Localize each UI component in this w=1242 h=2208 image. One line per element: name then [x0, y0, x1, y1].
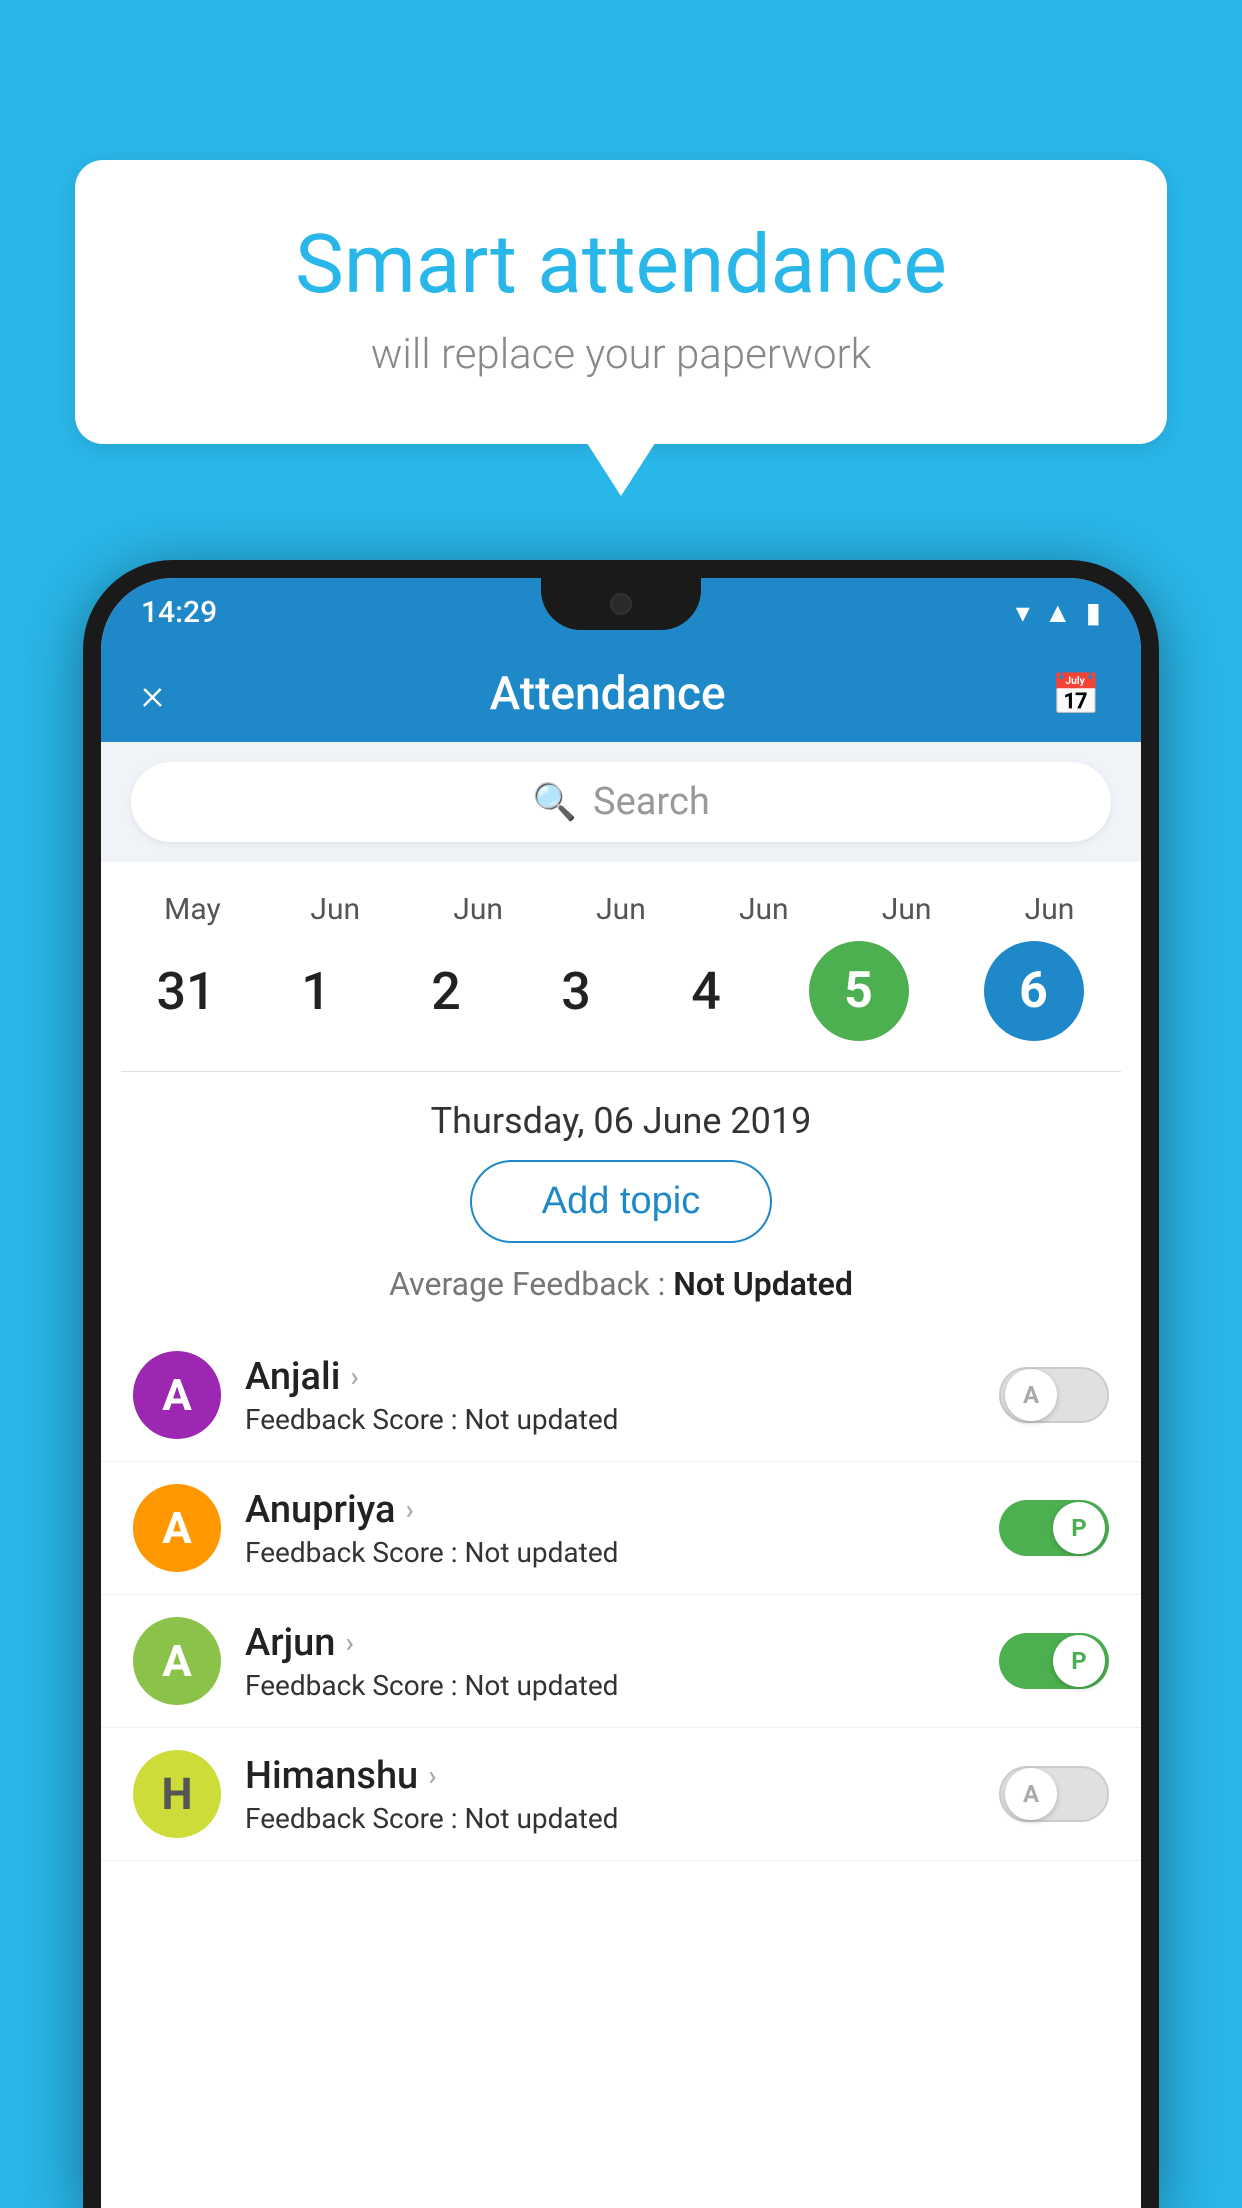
avatar-anjali: A [133, 1351, 221, 1439]
feedback-label: Average Feedback : [389, 1265, 665, 1303]
toggle-arjun[interactable]: P [999, 1633, 1109, 1689]
date-1[interactable]: 1 [251, 961, 381, 1022]
calendar-months: May Jun Jun Jun Jun Jun Jun [101, 882, 1141, 931]
calendar-icon[interactable]: 📅 [1051, 671, 1101, 718]
status-icons: ▾ ▲ ▮ [1016, 596, 1101, 629]
toggle-knob-arjun: P [1053, 1635, 1105, 1687]
app-header: × Attendance 📅 [101, 646, 1141, 742]
chevron-icon: › [428, 1759, 436, 1792]
student-name-arjun[interactable]: Arjun › [245, 1621, 975, 1665]
student-row: H Himanshu › Feedback Score : Not update… [101, 1728, 1141, 1861]
add-topic-wrapper: Add topic [101, 1160, 1141, 1265]
date-display: Thursday, 06 June 2019 [101, 1072, 1141, 1160]
student-info-arjun[interactable]: Arjun › Feedback Score : Not updated [245, 1621, 975, 1702]
chevron-icon: › [345, 1626, 353, 1659]
date-4[interactable]: 4 [641, 961, 771, 1022]
speech-bubble: Smart attendance will replace your paper… [75, 160, 1167, 444]
month-3[interactable]: Jun [556, 892, 686, 927]
battery-icon: ▮ [1086, 596, 1101, 629]
toggle-anupriya[interactable]: P [999, 1500, 1109, 1556]
chevron-icon: › [350, 1360, 358, 1393]
toggle-knob-anjali: A [1005, 1369, 1057, 1421]
phone-inner: 14:29 ▾ ▲ ▮ × Attendance 📅 🔍 Search May … [101, 578, 1141, 2208]
status-bar: 14:29 ▾ ▲ ▮ [101, 578, 1141, 646]
month-6[interactable]: Jun [984, 892, 1114, 927]
student-info-himanshu[interactable]: Himanshu › Feedback Score : Not updated [245, 1754, 975, 1835]
add-topic-button[interactable]: Add topic [470, 1160, 772, 1243]
feedback-value: Not Updated [673, 1265, 853, 1303]
speech-bubble-section: Smart attendance will replace your paper… [75, 160, 1167, 444]
search-input[interactable]: Search [593, 780, 710, 824]
search-bar[interactable]: 🔍 Search [131, 762, 1111, 842]
signal-icon: ▲ [1044, 596, 1072, 629]
student-feedback-anjali: Feedback Score : Not updated [245, 1403, 975, 1436]
avatar-arjun: A [133, 1617, 221, 1705]
date-2[interactable]: 2 [381, 961, 511, 1022]
student-list: A Anjali › Feedback Score : Not updated … [101, 1329, 1141, 1861]
status-time: 14:29 [141, 595, 217, 630]
student-row: A Anupriya › Feedback Score : Not update… [101, 1462, 1141, 1595]
student-name-anjali[interactable]: Anjali › [245, 1355, 975, 1399]
toggle-knob-anupriya: P [1053, 1502, 1105, 1554]
feedback-summary: Average Feedback : Not Updated [101, 1265, 1141, 1329]
student-info-anjali[interactable]: Anjali › Feedback Score : Not updated [245, 1355, 975, 1436]
student-feedback-anupriya: Feedback Score : Not updated [245, 1536, 975, 1569]
student-info-anupriya[interactable]: Anupriya › Feedback Score : Not updated [245, 1488, 975, 1569]
notch [541, 578, 701, 630]
date-3[interactable]: 3 [511, 961, 641, 1022]
calendar-section: May Jun Jun Jun Jun Jun Jun 31 1 2 3 4 5… [101, 862, 1141, 1071]
month-1[interactable]: Jun [270, 892, 400, 927]
student-feedback-himanshu: Feedback Score : Not updated [245, 1802, 975, 1835]
month-5[interactable]: Jun [842, 892, 972, 927]
camera [610, 593, 632, 615]
header-title: Attendance [490, 667, 726, 721]
toggle-anjali[interactable]: A [999, 1367, 1109, 1423]
search-container: 🔍 Search [101, 742, 1141, 862]
toggle-himanshu[interactable]: A [999, 1766, 1109, 1822]
search-icon: 🔍 [532, 781, 577, 823]
phone-frame: 14:29 ▾ ▲ ▮ × Attendance 📅 🔍 Search May … [83, 560, 1159, 2208]
avatar-himanshu: H [133, 1750, 221, 1838]
close-button[interactable]: × [141, 668, 164, 720]
bubble-subtitle: will replace your paperwork [145, 330, 1097, 379]
month-2[interactable]: Jun [413, 892, 543, 927]
student-row: A Anjali › Feedback Score : Not updated … [101, 1329, 1141, 1462]
month-0[interactable]: May [127, 892, 257, 927]
student-row: A Arjun › Feedback Score : Not updated P [101, 1595, 1141, 1728]
student-name-himanshu[interactable]: Himanshu › [245, 1754, 975, 1798]
date-selected[interactable]: 6 [984, 941, 1084, 1041]
avatar-anupriya: A [133, 1484, 221, 1572]
student-feedback-arjun: Feedback Score : Not updated [245, 1669, 975, 1702]
student-name-anupriya[interactable]: Anupriya › [245, 1488, 975, 1532]
toggle-knob-himanshu: A [1005, 1768, 1057, 1820]
calendar-dates: 31 1 2 3 4 5 6 [101, 931, 1141, 1061]
chevron-icon: › [405, 1493, 413, 1526]
date-today[interactable]: 5 [809, 941, 909, 1041]
bubble-title: Smart attendance [145, 220, 1097, 310]
date-0[interactable]: 31 [121, 961, 251, 1022]
wifi-icon: ▾ [1016, 596, 1030, 629]
month-4[interactable]: Jun [699, 892, 829, 927]
